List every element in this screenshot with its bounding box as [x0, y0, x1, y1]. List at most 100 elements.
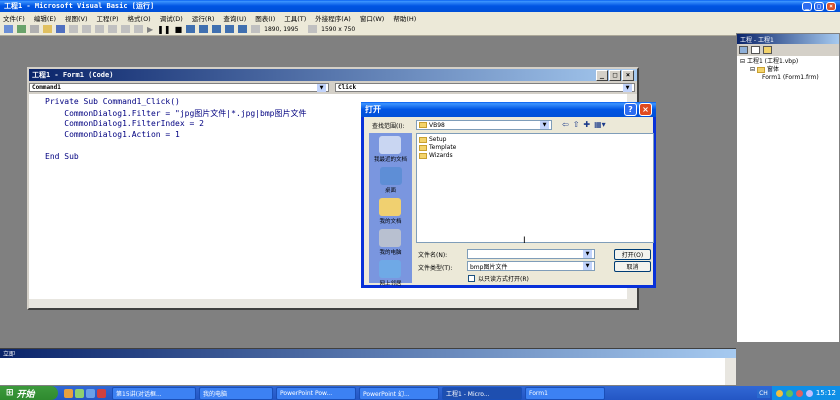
menu-tools[interactable]: 工具(T) — [284, 13, 306, 23]
chevron-down-icon[interactable]: ▼ — [583, 262, 592, 270]
menu-view[interactable]: 视图(V) — [65, 13, 88, 23]
menu-query[interactable]: 查询(U) — [223, 13, 246, 23]
quicklaunch-ie-icon[interactable] — [64, 388, 73, 398]
procedure-combo[interactable]: Click ▼ — [335, 83, 635, 92]
object-combo[interactable]: Command1 ▼ — [29, 83, 329, 92]
my-computer-icon — [379, 229, 402, 247]
readonly-checkbox[interactable]: 以只读方式打开(R) — [468, 274, 529, 283]
language-indicator[interactable]: CH — [757, 388, 770, 398]
lookin-combo[interactable]: VB98 ▼ — [416, 120, 552, 130]
help-icon[interactable]: ? — [624, 103, 637, 116]
paste-icon[interactable] — [95, 25, 104, 33]
immediate-window[interactable]: 立即 — [0, 348, 736, 385]
close-icon[interactable]: × — [639, 103, 652, 116]
code-window-title-bar: 工程1 - Form1 (Code) _ □ × — [29, 69, 637, 81]
chevron-down-icon[interactable]: ▼ — [540, 121, 549, 129]
start-button[interactable]: ⊞ 开始 — [0, 386, 58, 400]
menu-diagram[interactable]: 图表(I) — [255, 13, 275, 23]
taskbar-item[interactable]: Form1 — [525, 386, 605, 400]
place-computer[interactable]: 我的电脑 — [379, 229, 402, 256]
quicklaunch-app-icon[interactable] — [97, 388, 106, 398]
menu-format[interactable]: 格式(O) — [128, 13, 151, 23]
menu-file[interactable]: 文件(F) — [3, 13, 25, 23]
save-icon[interactable] — [56, 25, 65, 33]
dialog-title: 打开 — [365, 105, 381, 114]
menu-edit[interactable]: 编辑(E) — [34, 13, 56, 23]
place-recent[interactable]: 我最近的文档 — [374, 136, 407, 163]
undo-icon[interactable] — [121, 25, 130, 33]
toggle-folders-icon[interactable] — [763, 46, 772, 54]
maximize-icon[interactable]: □ — [814, 1, 824, 11]
place-documents[interactable]: 我的文档 — [379, 198, 402, 225]
toolbox-icon[interactable] — [238, 25, 248, 33]
add-form-icon[interactable] — [17, 25, 26, 33]
open-button[interactable]: 打开(O) — [614, 249, 651, 260]
chevron-down-icon[interactable]: ▼ — [583, 250, 592, 258]
file-list[interactable]: Setup Template Wizards — [416, 133, 654, 243]
folder-icon — [419, 136, 427, 143]
close-icon[interactable]: × — [826, 1, 836, 11]
tray-icon[interactable] — [785, 389, 793, 397]
break-icon[interactable]: ❚❚ — [157, 25, 170, 34]
quicklaunch-media-icon[interactable] — [75, 388, 84, 398]
list-item[interactable]: Template — [419, 144, 651, 152]
place-network[interactable]: 网上邻居 — [379, 260, 402, 287]
menu-help[interactable]: 帮助(H) — [393, 13, 416, 23]
project-explorer-icon[interactable] — [186, 25, 196, 33]
chevron-down-icon[interactable]: ▼ — [623, 83, 632, 92]
tray-icon[interactable] — [805, 389, 813, 397]
minimize-icon[interactable]: _ — [802, 1, 812, 11]
menu-project[interactable]: 工程(P) — [97, 13, 119, 23]
quicklaunch-desktop-icon[interactable] — [86, 388, 95, 398]
tray-icon[interactable] — [775, 389, 783, 397]
close-icon[interactable]: × — [622, 69, 634, 81]
list-item[interactable]: Wizards — [419, 152, 651, 160]
view-object-icon[interactable] — [751, 46, 760, 54]
tree-item-forms-folder[interactable]: ⊟ 窗体 — [740, 66, 836, 74]
open-icon[interactable] — [43, 25, 52, 33]
view-code-icon[interactable] — [739, 46, 748, 54]
windows-logo-icon: ⊞ — [6, 388, 14, 398]
horizontal-scrollbar[interactable] — [29, 299, 637, 308]
size-readout: 1590 x 750 — [321, 25, 356, 33]
form-layout-icon[interactable] — [212, 25, 222, 33]
back-icon[interactable]: ⇦ — [562, 120, 569, 129]
tree-item-form1[interactable]: Form1 (Form1.frm) — [740, 74, 836, 82]
find-icon[interactable] — [108, 25, 117, 33]
taskbar-item[interactable]: 第15讲(对话框... — [112, 386, 196, 400]
tree-item-project[interactable]: ⊟ 工程1 (工程1.vbp) — [740, 58, 836, 66]
tray-icon[interactable] — [795, 389, 803, 397]
taskbar-item[interactable]: PowerPoint 幻... — [359, 386, 439, 400]
taskbar-item[interactable]: 我的电脑 — [199, 386, 273, 400]
end-icon[interactable]: ■ — [175, 25, 183, 34]
list-item[interactable]: Setup — [419, 136, 651, 144]
minimize-icon[interactable]: _ — [596, 69, 608, 81]
copy-icon[interactable] — [82, 25, 91, 33]
up-folder-icon[interactable]: ⇧ — [573, 120, 580, 129]
maximize-icon[interactable]: □ — [609, 69, 621, 81]
filename-label: 文件名(N): — [418, 252, 448, 259]
filename-input[interactable]: ▼ — [467, 249, 595, 259]
chevron-down-icon[interactable]: ▼ — [317, 83, 326, 92]
menu-debug[interactable]: 调试(D) — [160, 13, 183, 23]
start-icon[interactable]: ▶ — [147, 25, 153, 34]
vertical-scrollbar[interactable] — [725, 358, 736, 385]
cut-icon[interactable] — [69, 25, 78, 33]
checkbox-icon[interactable] — [468, 275, 475, 282]
menu-editor-icon[interactable] — [30, 25, 39, 33]
filetype-select[interactable]: bmp图片文件 ▼ — [467, 261, 595, 271]
add-project-icon[interactable] — [4, 25, 13, 33]
taskbar-item[interactable]: 工程1 - Micro... — [442, 386, 522, 400]
position-icon — [251, 25, 261, 33]
menu-window[interactable]: 窗口(W) — [360, 13, 385, 23]
properties-icon[interactable] — [199, 25, 209, 33]
menu-run[interactable]: 运行(R) — [192, 13, 215, 23]
menu-addins[interactable]: 外接程序(A) — [315, 13, 351, 23]
place-desktop[interactable]: 桌面 — [379, 167, 402, 194]
new-folder-icon[interactable]: ✚ — [583, 120, 590, 129]
object-browser-icon[interactable] — [225, 25, 235, 33]
cancel-button[interactable]: 取消 — [614, 261, 651, 272]
view-menu-icon[interactable]: ▦▾ — [594, 120, 606, 129]
redo-icon[interactable] — [134, 25, 143, 33]
taskbar-item[interactable]: PowerPoint Pow... — [276, 386, 356, 400]
